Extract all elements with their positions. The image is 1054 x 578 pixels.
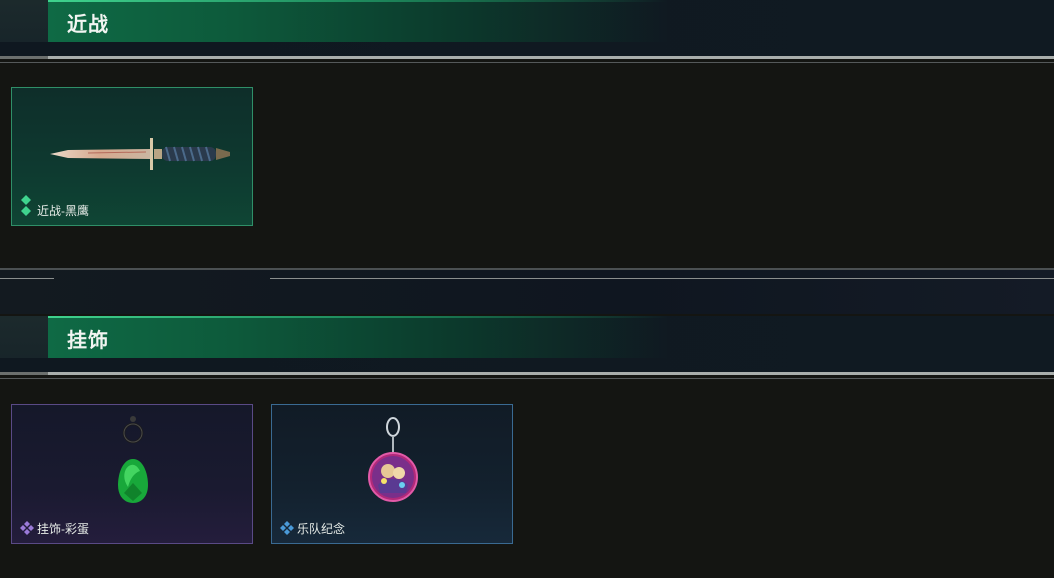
- section-header-melee: 近战: [0, 0, 1054, 63]
- rarity-blue-icon: [280, 521, 294, 535]
- item-card-melee-blackhawk[interactable]: 近战-黑鹰: [11, 87, 253, 226]
- divider: [0, 378, 1054, 379]
- badge-charm-icon: [368, 417, 418, 502]
- item-label: 挂饰-彩蛋: [37, 522, 89, 536]
- knife-icon: [50, 138, 230, 170]
- divider: [0, 372, 1054, 375]
- egg-charm-icon: [118, 416, 148, 503]
- divider: [0, 62, 1054, 63]
- divider-band: [0, 268, 1054, 314]
- section-header-charms: 挂饰: [0, 316, 1054, 379]
- section-title-charms: 挂饰: [67, 330, 109, 352]
- divider: [0, 56, 1054, 59]
- item-card-charm-egg[interactable]: 挂饰-彩蛋: [11, 404, 253, 544]
- item-label: 乐队纪念: [297, 522, 346, 536]
- section-title-melee: 近战: [67, 14, 109, 36]
- item-card-charm-band[interactable]: 乐队纪念: [271, 404, 513, 544]
- item-label: 近战-黑鹰: [37, 204, 89, 218]
- rarity-purple-icon: [20, 521, 34, 535]
- rarity-green-icon: [21, 195, 31, 216]
